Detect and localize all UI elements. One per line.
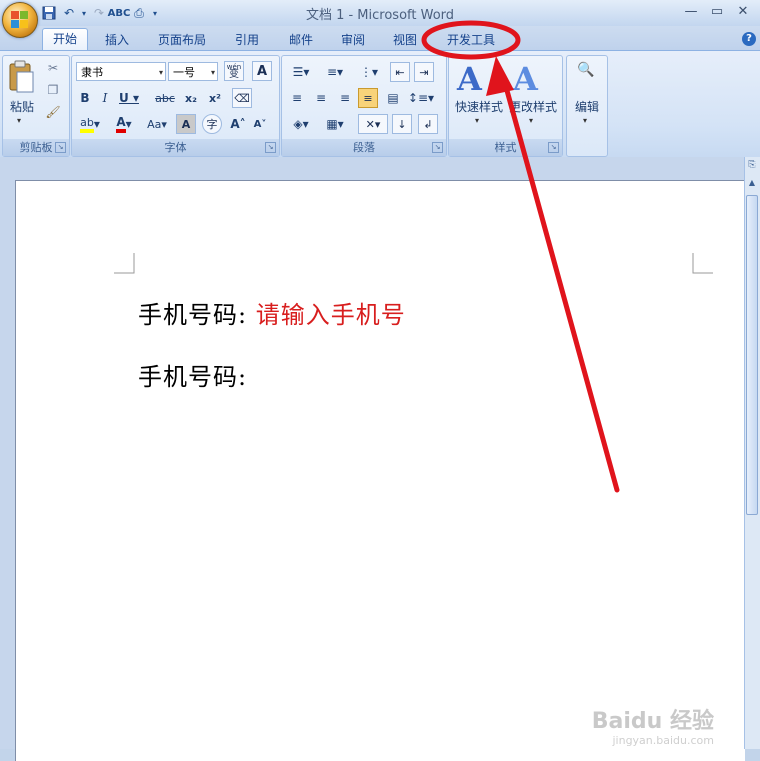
baidu-watermark: Baidu 经验 <box>591 709 714 734</box>
annotation-circle <box>421 20 521 60</box>
office-button[interactable] <box>2 2 38 38</box>
annotation-arrow-shaft <box>500 73 620 493</box>
annotation-arrow-head <box>486 56 514 96</box>
baidu-watermark-url: jingyan.baidu.com <box>612 734 714 747</box>
annotation-overlay <box>421 20 620 493</box>
office-logo-icon <box>11 11 29 29</box>
